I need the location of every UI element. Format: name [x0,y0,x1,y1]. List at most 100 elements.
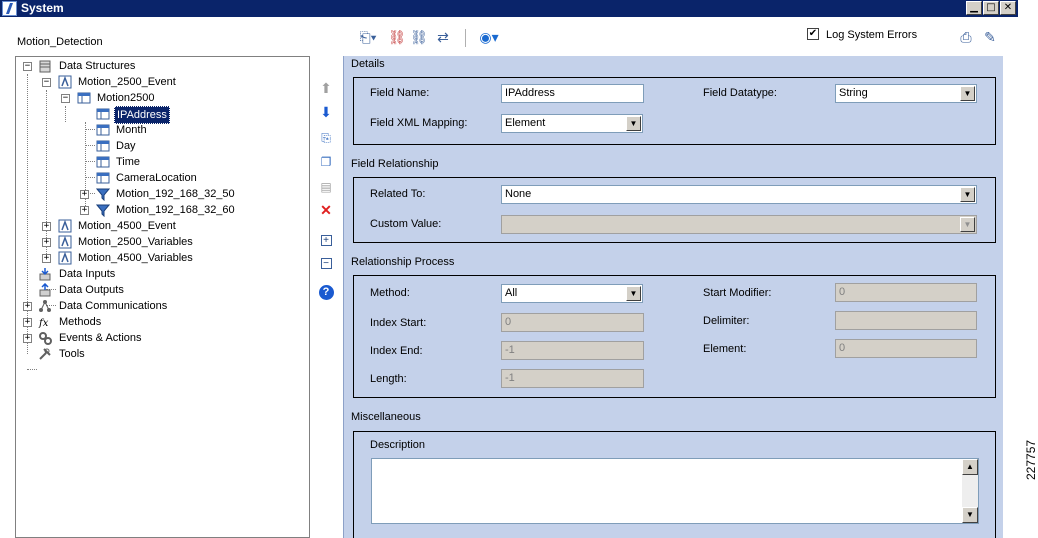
expand-toggle[interactable]: + [23,302,32,311]
index-start-input[interactable]: 0 [501,313,644,332]
tree-node-field[interactable]: Time [16,154,306,170]
collapse-toggle[interactable]: − [61,94,70,103]
chevron-down-icon[interactable]: ▼ [960,217,975,232]
element-label: Element: [703,343,747,355]
copy-icon[interactable]: ❐ [317,153,335,171]
chevron-down-icon[interactable]: ▼ [960,86,975,101]
field-icon [96,108,110,120]
svg-text:fx: fx [38,318,49,329]
expand-toggle[interactable]: + [23,334,32,343]
expand-toggle[interactable]: + [80,190,89,199]
sync-icon[interactable]: ⇄ [434,27,452,47]
tree-node-label: Motion2500 [97,92,155,104]
description-textarea[interactable]: ▲ ▼ [371,458,979,524]
data-output-icon [39,283,51,297]
paste-icon[interactable]: ▤ [317,178,335,196]
field-datatype-select[interactable]: String ▼ [835,84,977,103]
related-to-label: Related To: [370,188,426,200]
xml-mapping-select[interactable]: Element ▼ [501,114,643,133]
tree-node-event[interactable]: + Motion_4500_Variables [16,250,306,266]
collapse-all-icon[interactable]: − [317,252,335,270]
tree-node-camera[interactable]: + Motion_192_168_32_60 [16,202,306,218]
properties-panel: Details Field Name: IPAddress Field Data… [343,56,1003,538]
move-up-icon[interactable]: ⬆ [317,79,335,97]
tree-view[interactable]: − Data Structures − Motion_2500_Event − … [15,56,310,538]
method-select[interactable]: All ▼ [501,284,643,303]
chevron-down-icon[interactable]: ▼ [960,187,975,202]
tree-node-field[interactable]: Day [16,138,306,154]
expand-toggle[interactable]: + [23,318,32,327]
tree-node-data-structures[interactable]: − Data Structures [16,58,306,74]
scroll-up-icon[interactable]: ▲ [962,459,978,475]
custom-value-select[interactable]: ▼ [501,215,977,234]
field-icon [96,140,110,152]
tree-node-label: Time [116,156,141,168]
globe-dropdown-icon[interactable]: ◉▾ [475,27,503,47]
tree-node-label: Motion_2500_Variables [78,236,193,248]
tree-node-label: Data Inputs [59,268,116,280]
delete-icon[interactable]: ✕ [317,201,335,219]
collapse-toggle[interactable]: − [23,62,32,71]
help-icon[interactable]: ? [317,281,335,300]
event-icon [58,219,72,233]
tree-node-structure[interactable]: − Motion2500 [16,90,306,106]
tree-node-event[interactable]: − Motion_2500_Event [16,74,306,90]
tree-node-field[interactable]: IPAddress [16,106,306,124]
tree-node-tools[interactable]: Tools [16,346,306,362]
tree-node-events-actions[interactable]: + Events & Actions [16,330,306,346]
tree-node-data-outputs[interactable]: Data Outputs [16,282,306,298]
connect-icon[interactable]: ⛓ [410,27,428,47]
tree-node-label: Data Communications [59,300,168,312]
tree-node-field[interactable]: CameraLocation [16,170,306,186]
network-icon [39,300,51,312]
length-input[interactable]: -1 [501,369,644,388]
tree-node-data-inputs[interactable]: Data Inputs [16,266,306,282]
tree-node-methods[interactable]: + fx Methods [16,314,306,330]
event-icon [58,75,72,89]
new-item-dropdown-icon[interactable]: ⎗▾ [354,27,382,47]
delimiter-input[interactable] [835,311,977,330]
close-button[interactable]: ✕ [1000,1,1016,15]
disconnect-icon[interactable]: ⛓ [388,27,406,47]
process-group: Method: All ▼ Index Start: 0 Index End: … [353,275,996,398]
toolbar-separator [465,29,466,47]
scroll-down-icon[interactable]: ▼ [962,507,978,523]
collapse-toggle[interactable]: − [42,78,51,87]
database-icon [39,60,51,73]
field-name-input[interactable]: IPAddress [501,84,644,103]
minimize-button[interactable]: ▁ [966,1,982,15]
chevron-down-icon[interactable]: ▼ [626,286,641,301]
tree-node-field[interactable]: Month [16,122,306,138]
expand-all-icon[interactable]: + [317,229,335,247]
checkbox-icon[interactable]: ✔ [807,28,819,40]
maximize-button[interactable]: □ [983,1,999,15]
misc-group: Description ▲ ▼ [353,431,996,538]
start-modifier-input[interactable]: 0 [835,283,977,302]
tree-node-event[interactable]: + Motion_2500_Variables [16,234,306,250]
tree-node-camera[interactable]: + Motion_192_168_32_50 [16,186,306,202]
expand-toggle[interactable]: + [42,222,51,231]
add-child-icon[interactable]: ⎘ [317,129,335,147]
method-value: All [505,287,518,299]
expand-toggle[interactable]: + [42,238,51,247]
expand-toggle[interactable]: + [42,254,51,263]
expand-toggle[interactable]: + [80,206,89,215]
element-input[interactable]: 0 [835,339,977,358]
print-preview-icon[interactable]: ⎙ [957,27,975,47]
table-icon [77,92,91,104]
details-section-title: Details [351,58,385,70]
move-down-icon[interactable]: ⬇ [317,103,335,121]
edit-document-icon[interactable]: ✎ [981,27,999,47]
description-scrollbar[interactable]: ▲ ▼ [962,459,978,523]
relationship-group: Related To: None ▼ Custom Value: ▼ [353,177,996,243]
start-modifier-label: Start Modifier: [703,287,772,299]
details-group: Field Name: IPAddress Field Datatype: St… [353,77,996,145]
tree-node-label: Data Outputs [59,284,124,296]
chevron-down-icon[interactable]: ▼ [626,116,641,131]
related-to-select[interactable]: None ▼ [501,185,977,204]
tree-node-label: Motion_192_168_32_60 [116,204,235,216]
tree-node-event[interactable]: + Motion_4500_Event [16,218,306,234]
camera-filter-icon [96,204,110,217]
tree-node-data-communications[interactable]: + Data Communications [16,298,306,314]
index-end-input[interactable]: -1 [501,341,644,360]
